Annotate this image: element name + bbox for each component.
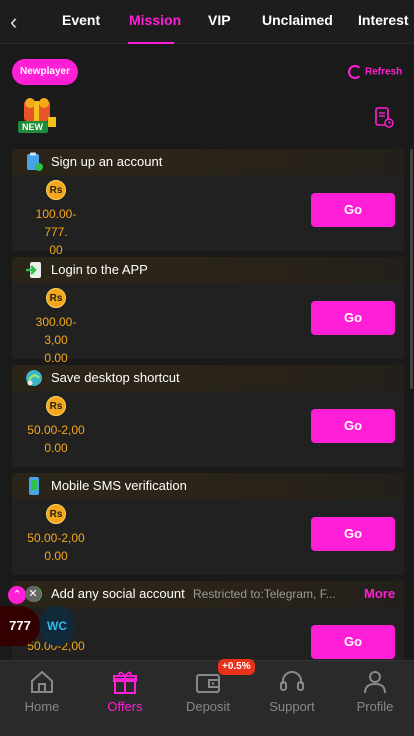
mission-content: Newplayer Refresh NEW Sign up an account…	[0, 45, 414, 661]
floating-game-widget: 777 WC ⌃ ✕	[0, 584, 76, 652]
mobile-phone-icon	[29, 477, 39, 495]
nav-offers-label: Offers	[107, 699, 143, 714]
nav-home-label: Home	[24, 699, 60, 714]
go-button[interactable]: Go	[311, 193, 395, 227]
tab-vip[interactable]: VIP	[208, 12, 231, 28]
nav-support[interactable]: Support	[251, 661, 333, 736]
mission-title: Login to the APP	[51, 262, 148, 277]
profile-icon	[364, 671, 386, 694]
clipboard-check-icon	[27, 152, 43, 171]
top-tab-bar: ‹ Event Mission VIP Unclaimed Interest	[0, 0, 414, 44]
bottom-navigation: Home Offers Deposit +0.5% Support Profil…	[0, 659, 414, 736]
headset-icon	[280, 671, 304, 691]
go-button[interactable]: Go	[311, 517, 395, 551]
back-chevron-icon[interactable]: ‹	[10, 11, 30, 33]
reward-line-1: 50.00-2,00	[27, 531, 85, 545]
nav-profile[interactable]: Profile	[334, 661, 414, 736]
mission-card-sms: Mobile SMS verification Rs 50.00-2,00 0.…	[12, 473, 404, 575]
mission-title: Sign up an account	[51, 154, 163, 169]
document-clock-icon[interactable]	[374, 107, 394, 129]
mission-reward: 100.00-777. 00	[26, 205, 86, 259]
nav-home[interactable]: Home	[1, 661, 83, 736]
go-button[interactable]: Go	[311, 301, 395, 335]
nav-support-label: Support	[269, 699, 315, 714]
new-gift-icon: NEW	[18, 98, 56, 133]
nav-profile-label: Profile	[356, 699, 394, 714]
tab-mission[interactable]: Mission	[129, 12, 181, 28]
reward-line-1: 100.00-777.	[35, 207, 77, 239]
more-link[interactable]: More	[364, 586, 395, 601]
mission-card-signup: Sign up an account Rs 100.00-777. 00 Go	[12, 149, 404, 257]
wallet-icon	[196, 674, 220, 693]
deposit-bonus-badge: +0.5%	[218, 659, 255, 675]
mission-title: Save desktop shortcut	[51, 370, 180, 385]
tab-unclaimed[interactable]: Unclaimed	[262, 12, 333, 28]
rupee-coin-icon: Rs	[46, 288, 66, 308]
restriction-note: Restricted to:Telegram, F...	[193, 587, 336, 601]
go-button[interactable]: Go	[311, 625, 395, 659]
rupee-coin-icon: Rs	[46, 504, 66, 524]
game-wc-thumb[interactable]: WC	[40, 606, 74, 646]
reward-line-1: 50.00-2,00	[27, 423, 85, 437]
nav-deposit-label: Deposit	[185, 699, 231, 714]
mission-title: Mobile SMS verification	[51, 478, 187, 493]
tab-event[interactable]: Event	[62, 12, 100, 28]
game-777-thumb[interactable]: 777	[0, 606, 40, 646]
desktop-shortcut-icon	[26, 370, 42, 386]
refresh-label: Refresh	[365, 66, 403, 78]
refresh-button[interactable]: Refresh	[348, 65, 402, 79]
tab-interest[interactable]: Interest	[358, 12, 409, 28]
reward-line-1: 300.00-3,00	[35, 315, 77, 347]
newplayer-pill-button[interactable]: Newplayer	[12, 59, 78, 85]
collapse-up-icon[interactable]: ⌃	[8, 586, 26, 604]
mission-reward: 300.00-3,00 0.00	[26, 313, 86, 367]
reward-line-2: 0.00	[44, 441, 68, 455]
rupee-coin-icon: Rs	[46, 396, 66, 416]
home-icon	[31, 670, 53, 693]
refresh-icon	[348, 65, 362, 79]
mission-reward: 50.00-2,00 0.00	[26, 529, 86, 565]
close-icon[interactable]: ✕	[25, 586, 41, 602]
go-button[interactable]: Go	[311, 409, 395, 443]
active-tab-indicator	[128, 42, 174, 44]
mission-card-login: Login to the APP Rs 300.00-3,00 0.00 Go	[12, 257, 404, 365]
scrollbar[interactable]	[410, 149, 413, 389]
rupee-coin-icon: Rs	[46, 180, 66, 200]
nav-offers[interactable]: Offers	[84, 661, 166, 736]
gift-icon	[113, 671, 137, 694]
reward-line-2: 0.00	[44, 549, 68, 563]
new-badge-text: NEW	[22, 122, 44, 132]
mission-reward: 50.00-2,00 0.00	[26, 421, 86, 457]
mission-card-shortcut: Save desktop shortcut Rs 50.00-2,00 0.00…	[12, 365, 404, 467]
login-arrow-icon	[26, 262, 41, 278]
